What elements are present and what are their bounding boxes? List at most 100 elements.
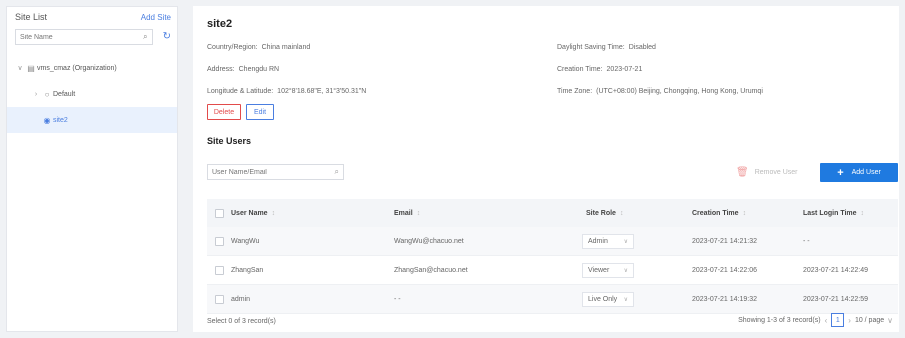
search-icon[interactable]: ⌕ (143, 32, 147, 42)
coords-value: 102°8'18.68"E, 31°3'50.31"N (277, 88, 367, 95)
column-header-last-login[interactable]: Last Login Time ↕ (803, 199, 864, 227)
next-page-icon[interactable]: › (848, 316, 851, 325)
select-all-cell (215, 199, 224, 227)
column-header-site-role[interactable]: Site Role ↕ (586, 199, 623, 227)
table-row[interactable]: ZhangSan ZhangSan@chacuo.net Viewer ∨ 202… (207, 256, 898, 285)
role-cell: Admin ∨ (582, 227, 634, 255)
column-label: Email (394, 209, 413, 217)
row-select-cell (215, 285, 224, 313)
role-value: Live Only (588, 295, 618, 303)
table-row[interactable]: admin - - Live Only ∨ 2023-07-21 14:19:32… (207, 285, 898, 314)
chevron-down-icon: ∨ (623, 238, 628, 245)
tree-item-label: Default (53, 90, 76, 98)
trash-icon: 🗑︎ (736, 166, 749, 178)
table-header-row: User Name ↕ Email ↕ Site Role ↕ Creation Ti… (207, 199, 898, 227)
email-cell: ZhangSan@chacuo.net (394, 266, 468, 274)
chevron-down-icon: ∨ (623, 267, 628, 274)
column-label: User Name (231, 209, 268, 217)
row-checkbox[interactable] (215, 265, 224, 275)
table-row[interactable]: WangWu WangWu@chacuo.net Admin ∨ 2023-07-… (207, 227, 898, 256)
chevron-down-icon: ∨ (623, 296, 628, 303)
address-value: Chengdu RN (238, 66, 280, 73)
chevron-down-icon[interactable]: ∨ (15, 64, 25, 72)
coords-label: Longitude & Latitude: (207, 88, 274, 95)
site-list-header: Site List Add Site (7, 7, 177, 27)
last-login-cell: 2023-07-21 14:22:49 (803, 266, 868, 274)
column-header-creation-time[interactable]: Creation Time ↕ (692, 199, 746, 227)
creation-label: Creation Time: (557, 66, 603, 73)
username-cell: ZhangSan (231, 266, 264, 274)
refresh-icon[interactable]: ↻ (163, 31, 171, 42)
site-tree: ∨ ▤ vms_cmaz (Organization) › ○ Default … (7, 55, 177, 133)
location-pin-icon: ◉ (43, 115, 51, 125)
site-list-title: Site List (15, 12, 48, 22)
tree-item-label: vms_cmaz (Organization) (37, 64, 117, 72)
dst-label: Daylight Saving Time: (557, 44, 625, 51)
creation-info: Creation Time: 2023-07-21 (557, 66, 642, 73)
column-label: Creation Time (692, 209, 739, 217)
column-header-email[interactable]: Email ↕ (394, 199, 420, 227)
row-checkbox[interactable] (215, 236, 224, 246)
username-cell: WangWu (231, 237, 260, 245)
role-value: Viewer (588, 266, 610, 274)
page-size-value: 10 / page (854, 316, 885, 324)
page-number-button[interactable]: 1 (831, 313, 845, 327)
user-search-input[interactable] (212, 168, 335, 176)
timezone-label: Time Zone: (557, 88, 593, 95)
users-table: User Name ↕ Email ↕ Site Role ↕ Creation Ti… (207, 199, 898, 314)
column-header-username[interactable]: User Name ↕ (231, 199, 275, 227)
dst-value: Disabled (628, 44, 656, 51)
select-all-checkbox[interactable] (215, 208, 224, 218)
site-list-panel: Site List Add Site ⌕ ↻ ∨ ▤ vms_cmaz (Org… (6, 6, 178, 332)
tree-item-default[interactable]: › ○ Default (7, 81, 177, 107)
site-role-select[interactable]: Admin ∨ (582, 233, 634, 249)
row-select-cell (215, 227, 224, 255)
sort-icon[interactable]: ↕ (743, 210, 747, 217)
search-icon[interactable]: ⌕ (335, 167, 339, 177)
row-checkbox[interactable] (215, 294, 224, 304)
selection-count: Select 0 of 3 record(s) (207, 318, 276, 325)
add-user-button[interactable]: + Add User (820, 163, 898, 182)
email-cell: WangWu@chacuo.net (394, 237, 464, 245)
prev-page-icon[interactable]: ‹ (825, 316, 828, 325)
tree-item-organization[interactable]: ∨ ▤ vms_cmaz (Organization) (7, 55, 177, 81)
location-outline-icon: ○ (44, 89, 50, 99)
tree-item-site2[interactable]: ◉ site2 (7, 107, 177, 133)
country-label: Country/Region: (207, 44, 258, 51)
creation-time-cell: 2023-07-21 14:21:32 (692, 237, 757, 245)
sort-icon[interactable]: ↕ (417, 210, 421, 217)
chevron-right-icon[interactable]: › (31, 91, 41, 98)
tree-item-label: site2 (53, 116, 68, 124)
remove-user-button[interactable]: 🗑︎ Remove User (736, 164, 798, 180)
creation-time-cell: 2023-07-21 14:22:06 (692, 266, 757, 274)
delete-site-button[interactable]: Delete (207, 104, 241, 120)
timezone-info: Time Zone: (UTC+08:00) Beijing, Chongqing… (557, 88, 763, 95)
country-value: China mainland (261, 44, 311, 51)
page-size-select[interactable]: 10 / page ∨ (855, 316, 893, 325)
column-label: Last Login Time (803, 209, 857, 217)
dst-info: Daylight Saving Time: Disabled (557, 44, 656, 51)
site-search-input[interactable] (20, 33, 140, 41)
edit-site-button[interactable]: Edit (246, 104, 274, 120)
role-cell: Viewer ∨ (582, 256, 634, 284)
showing-records-text: Showing 1-3 of 3 record(s) (738, 316, 821, 324)
sort-icon[interactable]: ↕ (861, 210, 865, 217)
email-cell: - - (394, 295, 401, 303)
site-role-select[interactable]: Live Only ∨ (582, 291, 634, 307)
organization-icon: ▤ (27, 63, 35, 73)
site-name-title: site2 (207, 18, 233, 30)
sort-icon[interactable]: ↕ (620, 210, 624, 217)
add-user-label: Add User (851, 169, 881, 176)
coords-info: Longitude & Latitude: 102°8'18.68"E, 31°3… (207, 88, 366, 95)
site-search-box: ⌕ (15, 29, 153, 45)
user-search-box: ⌕ (207, 164, 344, 180)
address-label: Address: (207, 66, 235, 73)
add-site-link[interactable]: Add Site (141, 13, 171, 22)
pagination: Showing 1-3 of 3 record(s) ‹ 1 › 10 / pa… (738, 313, 893, 327)
creation-time-cell: 2023-07-21 14:19:32 (692, 295, 757, 303)
sort-icon[interactable]: ↕ (272, 210, 276, 217)
column-label: Site Role (586, 209, 616, 217)
creation-value: 2023-07-21 (606, 66, 643, 73)
chevron-down-icon: ∨ (887, 315, 893, 325)
site-role-select[interactable]: Viewer ∨ (582, 262, 634, 278)
